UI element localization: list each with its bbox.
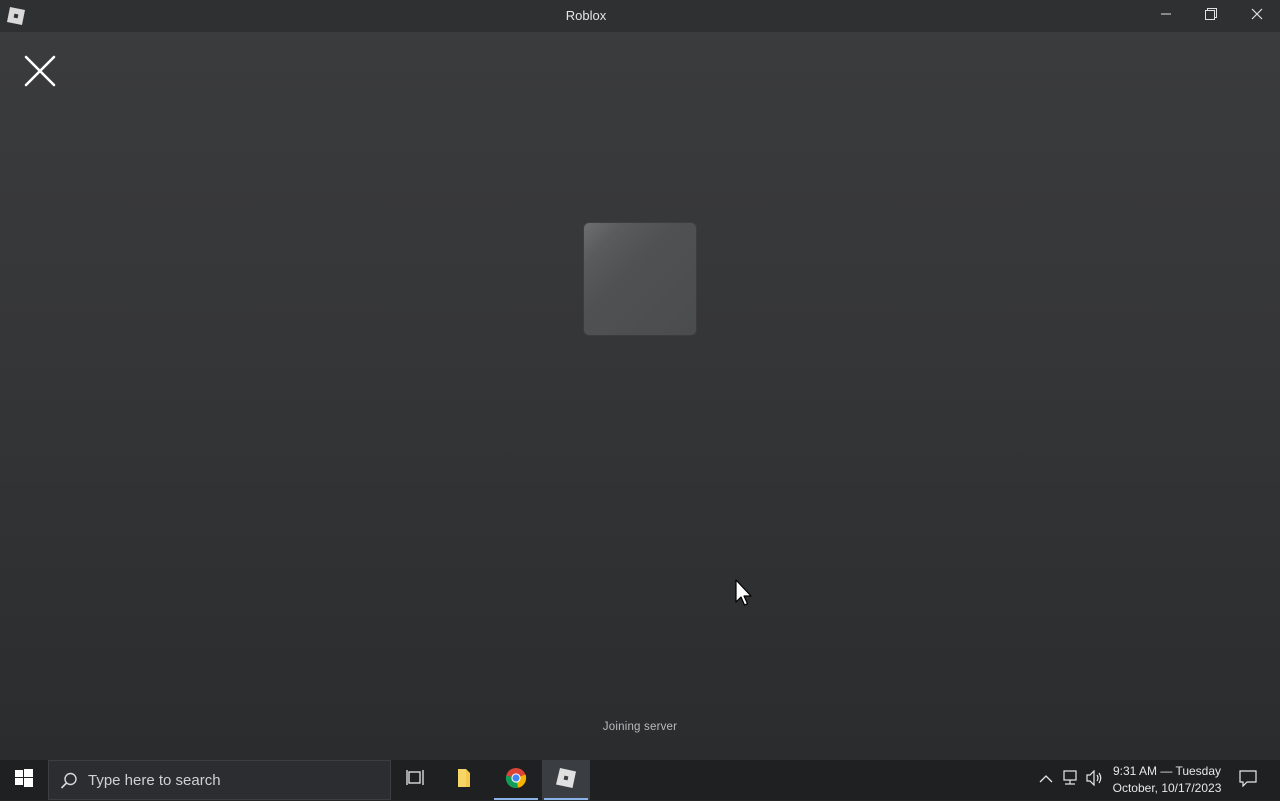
close-icon [1250, 7, 1264, 26]
minimize-button[interactable] [1143, 0, 1189, 32]
mouse-cursor-icon [735, 579, 755, 607]
search-icon [59, 771, 79, 791]
clock-time: 9:31 AM — Tuesday [1112, 764, 1222, 778]
minimize-icon [1160, 7, 1172, 25]
network-icon [1061, 769, 1079, 791]
start-button[interactable] [0, 760, 48, 800]
restore-button[interactable] [1188, 0, 1234, 32]
network-button[interactable] [1058, 760, 1082, 800]
taskbar: Type here to search 9:31 AM — Tuesday Oc… [0, 760, 1280, 800]
window-title: Roblox [565, 8, 607, 23]
chrome-icon [505, 767, 527, 794]
clock-date: October, 10/17/2023 [1112, 781, 1222, 795]
close-window-button[interactable] [1234, 0, 1280, 32]
task-view-icon [406, 769, 426, 792]
close-x-icon[interactable] [22, 53, 58, 89]
action-center-button[interactable] [1234, 760, 1262, 800]
roblox-window: Roblox Joining server [0, 0, 1280, 760]
task-view-button[interactable] [392, 760, 440, 800]
volume-button[interactable] [1083, 760, 1107, 800]
roblox-icon [555, 767, 577, 794]
file-explorer-button[interactable] [440, 760, 488, 800]
taskbar-search-box[interactable]: Type here to search [48, 760, 391, 800]
chrome-button[interactable] [492, 760, 540, 800]
title-bar[interactable]: Roblox [0, 0, 1280, 32]
windows-start-icon [15, 768, 33, 792]
loading-status: Joining server [602, 721, 678, 733]
notification-icon [1239, 769, 1257, 792]
search-placeholder: Type here to search [88, 772, 221, 789]
folder-icon [456, 768, 472, 793]
volume-icon [1086, 769, 1104, 791]
show-hidden-icons-button[interactable] [1036, 760, 1056, 800]
system-clock[interactable]: 9:31 AM — Tuesday October, 10/17/2023 [1108, 763, 1226, 797]
chevron-up-icon [1039, 771, 1053, 789]
game-thumbnail-placeholder [584, 223, 696, 335]
roblox-taskbar-button[interactable] [542, 760, 590, 800]
restore-icon [1204, 7, 1218, 26]
